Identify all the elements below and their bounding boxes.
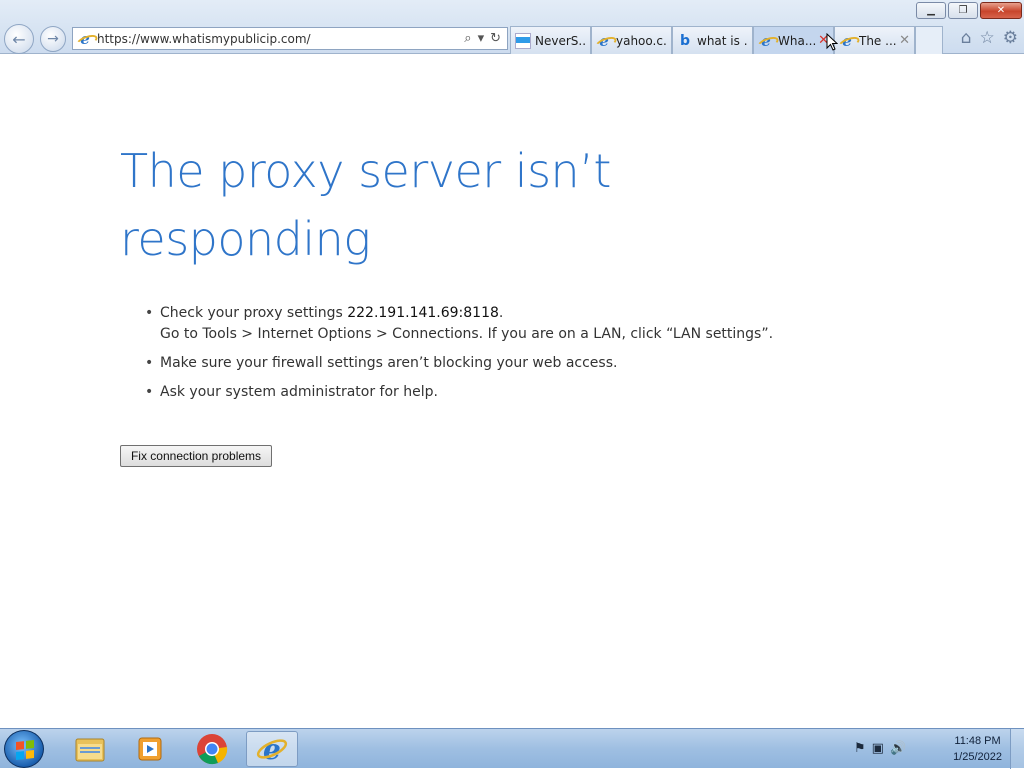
gear-icon[interactable]: ⚙ — [1003, 28, 1018, 48]
new-tab-button[interactable] — [915, 26, 943, 54]
close-window-button[interactable]: ✕ — [980, 2, 1022, 19]
url-text[interactable]: https://www.whatismypublicip.com/ — [97, 32, 464, 46]
ie-icon: e — [596, 33, 612, 49]
tab-label: yahoo.c... — [616, 33, 667, 48]
ie-icon: e — [839, 33, 855, 49]
tip-admin: Ask your system administrator for help. — [145, 382, 845, 403]
ie-icon: e — [77, 31, 93, 47]
clock[interactable]: 11:48 PM 1/25/2022 — [953, 733, 1002, 765]
clock-time: 11:48 PM — [954, 735, 1001, 747]
troubleshooting-list: Check your proxy settings 222.191.141.69… — [145, 303, 845, 411]
tip-firewall: Make sure your firewall settings aren’t … — [145, 353, 845, 374]
refresh-icon[interactable]: ↻ — [490, 31, 501, 46]
taskbar: e ⚑ ▣ 🔊 11:48 PM 1/25/2022 — [0, 728, 1024, 769]
star-icon[interactable]: ☆ — [980, 28, 995, 48]
tab-the[interactable]: e The ... ✕ — [834, 26, 915, 54]
tab-label: The ... — [859, 33, 897, 48]
chevron-down-icon[interactable]: ▾ — [478, 31, 485, 46]
tip1-suffix: . — [498, 305, 504, 321]
tip1-instructions: Go to Tools > Internet Options > Connect… — [160, 326, 774, 342]
ie-icon: e — [256, 733, 288, 765]
system-tray: ⚑ ▣ 🔊 11:48 PM 1/25/2022 — [854, 729, 1024, 769]
tab-label: what is ... — [697, 33, 748, 48]
taskbar-media-player[interactable] — [124, 731, 176, 767]
tab-label: Wha... — [778, 33, 817, 48]
back-button[interactable]: ← — [4, 24, 34, 54]
blue-bar-icon — [515, 32, 531, 49]
page-content: The proxy server isn’t responding Check … — [0, 55, 1024, 728]
address-bar[interactable]: e https://www.whatismypublicip.com/ ⌕ ▾ … — [72, 27, 508, 50]
heading-line-2: responding — [120, 212, 371, 266]
tab-what-is[interactable]: b what is ... — [672, 26, 753, 54]
ie-icon: e — [758, 33, 774, 49]
tip1-prefix: Check your proxy settings — [160, 305, 348, 321]
tab-label: NeverS... — [535, 33, 586, 48]
arrow-right-icon: → — [47, 31, 59, 47]
tab-whatismypublicip[interactable]: e Wha... ✕ — [753, 26, 834, 54]
taskbar-internet-explorer[interactable]: e — [246, 731, 298, 767]
browser-chrome: ▁ ❐ ✕ ← → e https://www.whatismypublicip… — [0, 0, 1024, 54]
tip-proxy-settings: Check your proxy settings 222.191.141.69… — [145, 303, 845, 345]
folder-icon — [75, 738, 105, 762]
show-desktop-button[interactable] — [1010, 729, 1024, 769]
tab-yahoo[interactable]: e yahoo.c... — [591, 26, 672, 54]
taskbar-explorer[interactable] — [64, 731, 116, 767]
heading-line-1: The proxy server isn’t — [120, 144, 611, 198]
restore-button[interactable]: ❐ — [948, 2, 978, 19]
chrome-icon — [197, 734, 228, 765]
network-icon[interactable]: ▣ — [872, 741, 884, 756]
svg-text:e: e — [263, 733, 281, 765]
close-tab-icon[interactable]: ✕ — [899, 33, 910, 48]
media-player-icon — [138, 737, 162, 761]
mouse-cursor-icon — [826, 33, 838, 51]
forward-button[interactable]: → — [40, 26, 66, 52]
fix-connection-button[interactable]: Fix connection problems — [120, 445, 272, 467]
search-icon[interactable]: ⌕ — [464, 31, 471, 46]
action-center-flag-icon[interactable]: ⚑ — [854, 741, 866, 756]
taskbar-chrome[interactable] — [186, 731, 238, 767]
arrow-left-icon: ← — [12, 29, 26, 49]
bing-icon: b — [679, 32, 691, 49]
proxy-address: 222.191.141.69:8118 — [347, 305, 499, 321]
volume-icon[interactable]: 🔊 — [890, 741, 906, 756]
window-controls: ▁ ❐ ✕ — [916, 2, 1022, 19]
tab-strip: NeverS... e yahoo.c... b what is ... e W… — [510, 26, 943, 54]
tab-neversl[interactable]: NeverS... — [510, 26, 591, 54]
windows-logo-icon — [16, 740, 34, 760]
clock-date: 1/25/2022 — [953, 751, 1002, 763]
minimize-button[interactable]: ▁ — [916, 2, 946, 19]
error-heading: The proxy server isn’t responding — [120, 137, 680, 273]
home-icon[interactable]: ⌂ — [961, 28, 972, 48]
start-button[interactable] — [4, 730, 44, 768]
